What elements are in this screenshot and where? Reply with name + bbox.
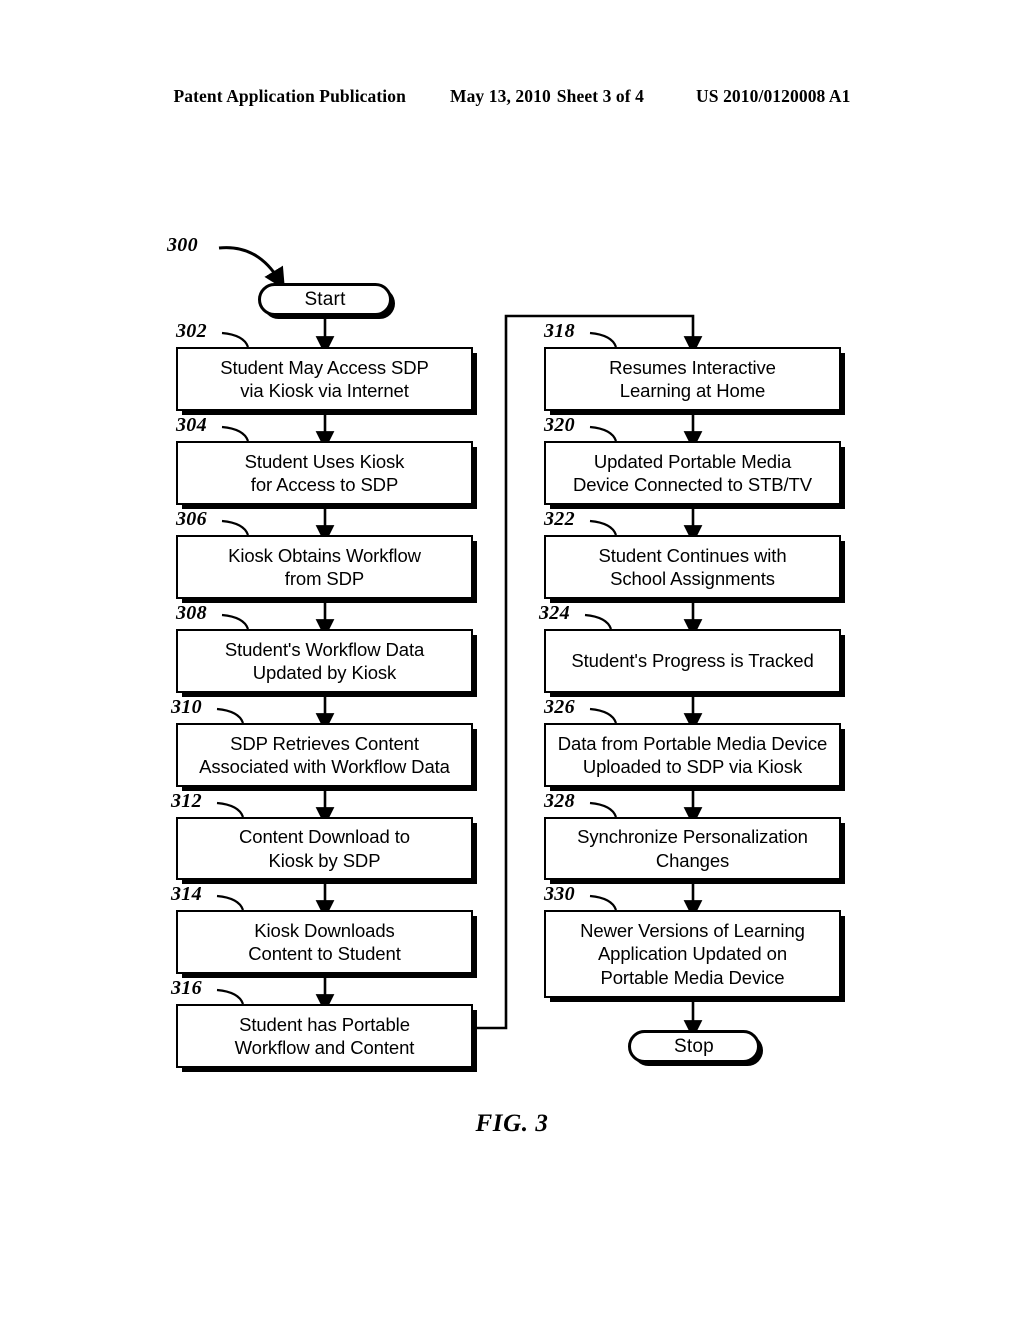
process-node-318: Resumes Interactive Learning at Home xyxy=(544,347,841,411)
figure-caption: FIG. 3 xyxy=(475,1110,549,1137)
process-node-322: Student Continues with School Assignments xyxy=(544,535,841,599)
terminator-stop-label: Stop xyxy=(674,1035,714,1057)
process-node-326-label: Data from Portable Media Device Uploaded … xyxy=(557,732,828,777)
ref-322: 322 xyxy=(544,508,575,530)
process-node-302-label: Student May Access SDP via Kiosk via Inte… xyxy=(220,356,429,401)
ref-316: 316 xyxy=(171,977,202,999)
terminator-start: Start xyxy=(258,283,392,316)
ref-310: 310 xyxy=(171,696,202,718)
process-node-314-label: Kiosk Downloads Content to Student xyxy=(248,919,401,964)
terminator-start-label: Start xyxy=(304,288,346,310)
process-node-304: Student Uses Kiosk for Access to SDP xyxy=(176,441,473,505)
ref-324: 324 xyxy=(539,602,570,624)
ref-304: 304 xyxy=(176,414,207,436)
process-node-324-label: Student's Progress is Tracked xyxy=(571,650,814,672)
ref-330: 330 xyxy=(544,883,575,905)
flowchart-figure: 300 Start 302 Student May Access SDP via … xyxy=(0,0,1024,1320)
diagram-reference-300: 300 xyxy=(167,234,198,256)
ref-312: 312 xyxy=(171,790,202,812)
process-node-328-label: Synchronize Personalization Changes xyxy=(577,826,808,871)
process-node-318-label: Resumes Interactive Learning at Home xyxy=(609,356,776,401)
ref-328: 328 xyxy=(544,790,575,812)
process-node-330-label: Newer Versions of Learning Application Up… xyxy=(580,920,805,988)
process-node-308: Student's Workflow Data Updated by Kiosk xyxy=(176,629,473,693)
process-node-330: Newer Versions of Learning Application Up… xyxy=(544,910,841,998)
process-node-324: Student's Progress is Tracked xyxy=(544,629,841,693)
process-node-328: Synchronize Personalization Changes xyxy=(544,817,841,880)
process-node-322-label: Student Continues with School Assignments xyxy=(598,544,787,589)
process-node-314: Kiosk Downloads Content to Student xyxy=(176,910,473,974)
process-node-316-label: Student has Portable Workflow and Content xyxy=(234,1013,415,1058)
process-node-320: Updated Portable Media Device Connected t… xyxy=(544,441,841,505)
ref-302: 302 xyxy=(176,320,207,342)
process-node-310-label: SDP Retrieves Content Associated with Wor… xyxy=(199,732,450,777)
process-node-312: Content Download to Kiosk by SDP xyxy=(176,817,473,880)
ref-306: 306 xyxy=(176,508,207,530)
ref-308: 308 xyxy=(176,602,207,624)
ref-326: 326 xyxy=(544,696,575,718)
process-node-320-label: Updated Portable Media Device Connected t… xyxy=(572,450,813,495)
process-node-306: Kiosk Obtains Workflow from SDP xyxy=(176,535,473,599)
process-node-310: SDP Retrieves Content Associated with Wor… xyxy=(176,723,473,787)
process-node-306-label: Kiosk Obtains Workflow from SDP xyxy=(228,544,421,589)
ref-318: 318 xyxy=(544,320,575,342)
ref-320: 320 xyxy=(544,414,575,436)
process-node-302: Student May Access SDP via Kiosk via Inte… xyxy=(176,347,473,411)
process-node-316: Student has Portable Workflow and Content xyxy=(176,1004,473,1068)
process-node-304-label: Student Uses Kiosk for Access to SDP xyxy=(244,450,405,495)
process-node-312-label: Content Download to Kiosk by SDP xyxy=(239,826,410,871)
ref-314: 314 xyxy=(171,883,202,905)
terminator-stop: Stop xyxy=(628,1030,760,1063)
process-node-326: Data from Portable Media Device Uploaded … xyxy=(544,723,841,787)
process-node-308-label: Student's Workflow Data Updated by Kiosk xyxy=(224,638,425,683)
